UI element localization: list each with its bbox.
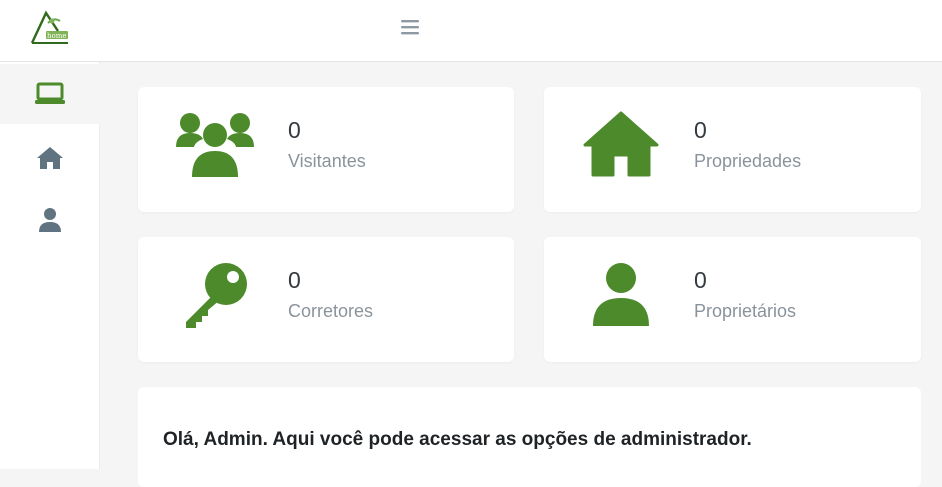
- home-icon: [37, 147, 63, 169]
- user-icon: [39, 208, 61, 232]
- sidebar-item-properties[interactable]: [0, 128, 100, 188]
- brokers-label: Corretores: [288, 301, 374, 321]
- welcome-card: Olá, Admin. Aqui você pode acessar as op…: [138, 387, 921, 487]
- brand-logo[interactable]: home: [28, 9, 72, 47]
- stat-card-properties[interactable]: 0 Propriedades: [544, 87, 921, 212]
- sidebar: [0, 62, 100, 469]
- house-icon: [583, 111, 659, 177]
- sidebar-item-users[interactable]: [0, 190, 100, 250]
- key-icon: [186, 263, 247, 328]
- hamburger-menu-icon[interactable]: [399, 17, 421, 37]
- stat-card-visitors[interactable]: 0 Visitantes: [138, 87, 514, 212]
- brokers-count: 0: [288, 267, 301, 293]
- user-icon: [593, 263, 649, 326]
- welcome-message: Olá, Admin. Aqui você pode acessar as op…: [163, 429, 752, 450]
- users-icon: [176, 113, 254, 177]
- sidebar-item-dashboard[interactable]: [0, 64, 100, 124]
- stat-card-owners[interactable]: 0 Proprietários: [544, 237, 921, 362]
- owners-label: Proprietários: [694, 301, 797, 321]
- properties-count: 0: [694, 117, 707, 143]
- properties-label: Propriedades: [694, 151, 802, 171]
- visitors-label: Visitantes: [288, 151, 366, 171]
- top-bar: home: [0, 0, 942, 62]
- stat-card-brokers[interactable]: 0 Corretores: [138, 237, 514, 362]
- owners-count: 0: [694, 267, 707, 293]
- logo-text: home: [47, 32, 67, 40]
- visitors-count: 0: [288, 117, 301, 143]
- laptop-icon: [35, 82, 65, 104]
